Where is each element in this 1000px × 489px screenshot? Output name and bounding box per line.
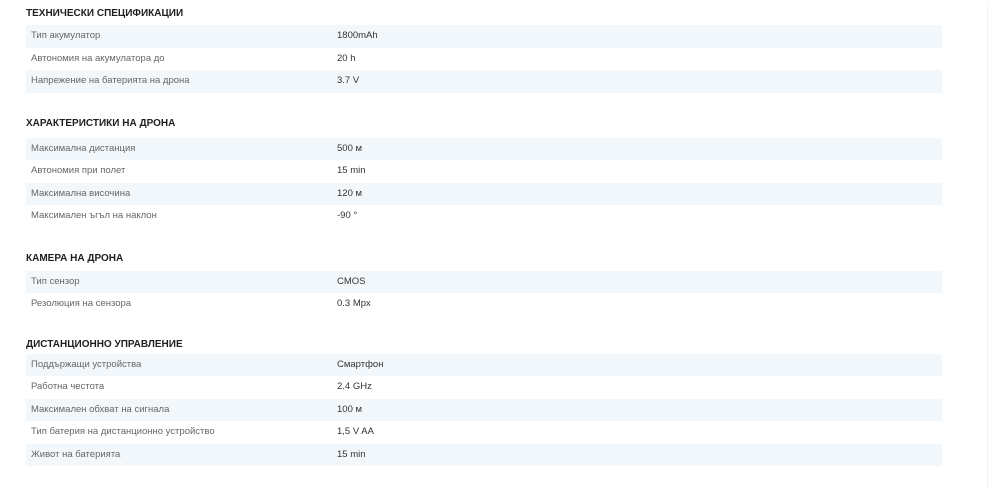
spec-value: 15 min [337, 448, 366, 460]
spec-label: Живот на батерията [31, 448, 121, 460]
section-technical-specs: ТЕХНИЧЕСКИ СПЕЦИФИКАЦИИ Тип акумулатор 1… [26, 6, 942, 93]
spec-value: 20 h [337, 52, 356, 64]
section-drone-camera: КАМЕРА НА ДРОНА Тип сензор CMOS Резолюци… [26, 251, 942, 316]
spec-label: Тип батерия на дистанционно устройство [31, 426, 215, 438]
spec-table: Тип сензор CMOS Резолюция на сензора 0.3… [26, 270, 942, 316]
spec-value: 0.3 Mpx [337, 298, 371, 310]
spec-label: Тип сензор [31, 275, 80, 287]
table-row: Максимална дистанция 500 м [26, 137, 942, 160]
spec-value: 3.7 V [337, 75, 360, 87]
spec-label: Максимален обхват на сигнала [31, 403, 170, 415]
spec-label: Автономия на акумулатора до [31, 52, 165, 64]
table-row: Напрежение на батерията на дрона 3.7 V [26, 70, 942, 93]
table-row: Живот на батерията 15 min [26, 443, 942, 466]
section-title: ДИСТАНЦИОННО УПРАВЛЕНИЕ [26, 338, 183, 350]
table-row: Тип сензор CMOS [26, 270, 942, 293]
page-edge-divider [987, 6, 1000, 489]
spec-value: 1,5 V AA [337, 426, 374, 438]
spec-value: 2.4 GHz [337, 381, 372, 393]
spec-label: Работна честота [31, 381, 105, 393]
spec-label: Максимален ъгъл на наклон [31, 210, 157, 222]
table-row: Тип батерия на дистанционно устройство 1… [26, 421, 942, 444]
table-row: Поддържащи устройства Смартфон [26, 353, 942, 376]
section-drone-characteristics: ХАРАКТЕРИСТИКИ НА ДРОНА Максимална диста… [26, 116, 942, 228]
spec-value: -90 ° [337, 210, 358, 222]
spec-label: Автономия при полет [31, 165, 126, 177]
spec-label: Максимална височина [31, 187, 131, 199]
spec-value: 500 м [337, 142, 363, 154]
spec-label: Резолюция на сензора [31, 298, 132, 310]
table-row: Автономия при полет 15 min [26, 160, 942, 183]
spec-value: 100 м [337, 403, 363, 415]
spec-value: Смартфон [337, 358, 384, 370]
section-title: КАМЕРА НА ДРОНА [26, 252, 124, 264]
table-row: Максимална височина 120 м [26, 182, 942, 205]
section-title: ХАРАКТЕРИСТИКИ НА ДРОНА [26, 117, 176, 129]
spec-table: Поддържащи устройства Смартфон Работна ч… [26, 353, 942, 466]
spec-table: Тип акумулатор 1800mAh Автономия на акум… [26, 25, 942, 93]
spec-label: Максимална дистанция [31, 142, 136, 154]
table-row: Работна честота 2.4 GHz [26, 376, 942, 399]
section-title: ТЕХНИЧЕСКИ СПЕЦИФИКАЦИИ [26, 8, 184, 19]
spec-label: Поддържащи устройства [31, 358, 142, 370]
table-row: Максимален ъгъл на наклон -90 ° [26, 205, 942, 228]
table-row: Автономия на акумулатора до 20 h [26, 48, 942, 71]
spec-label: Тип акумулатор [31, 30, 101, 42]
spec-value: 120 м [337, 187, 363, 199]
section-remote-control: ДИСТАНЦИОННО УПРАВЛЕНИЕ Поддържащи устро… [26, 337, 942, 466]
spec-page: ТЕХНИЧЕСКИ СПЕЦИФИКАЦИИ Тип акумулатор 1… [0, 6, 1000, 489]
table-row: Тип акумулатор 1800mAh [26, 25, 942, 48]
spec-value: CMOS [337, 275, 366, 287]
table-row: Максимален обхват на сигнала 100 м [26, 398, 942, 421]
spec-label: Напрежение на батерията на дрона [31, 75, 190, 87]
spec-table: Максимална дистанция 500 м Автономия при… [26, 137, 942, 228]
spec-value: 15 min [337, 165, 366, 177]
table-row: Резолюция на сензора 0.3 Mpx [26, 293, 942, 316]
spec-value: 1800mAh [337, 30, 378, 42]
